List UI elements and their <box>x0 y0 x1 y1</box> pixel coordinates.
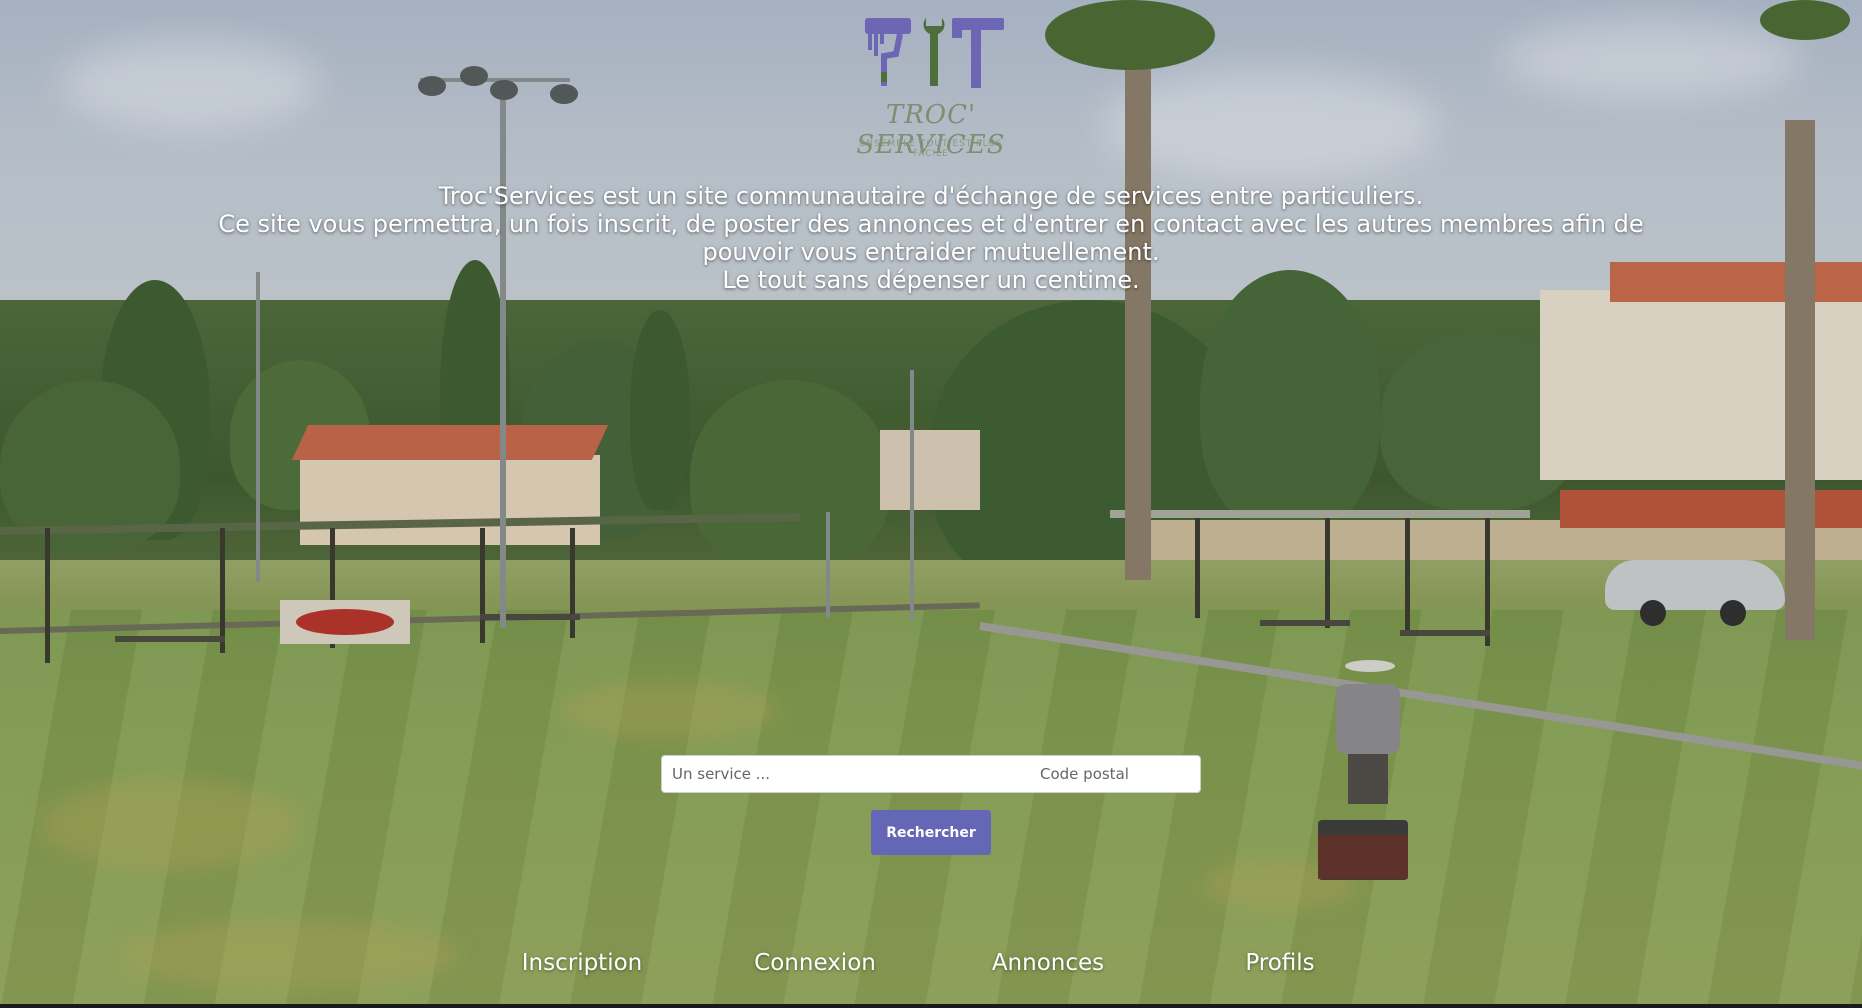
intro-line-2: Ce site vous permettra, un fois inscrit,… <box>218 210 1644 266</box>
paint-roller-wrench-hammer-logo-icon <box>865 18 1004 88</box>
service-search-input[interactable] <box>670 756 1030 792</box>
postal-code-input[interactable] <box>1040 756 1190 792</box>
intro-line-1: Troc'Services est un site communautaire … <box>438 182 1424 210</box>
nav-link-inscription[interactable]: Inscription <box>482 950 682 976</box>
nav-link-connexion[interactable]: Connexion <box>715 950 915 976</box>
search-button[interactable]: Rechercher <box>871 810 991 855</box>
nav-link-annonces[interactable]: Annonces <box>948 950 1148 976</box>
site-logo[interactable]: TROC' SERVICES ENSEMBLE TOUT EST PLUS FA… <box>840 14 1022 160</box>
logo-tagline: ENSEMBLE TOUT EST PLUS FACILE <box>859 139 1003 159</box>
bottom-border <box>0 1004 1862 1008</box>
search-form <box>661 755 1201 793</box>
intro-text: Troc'Services est un site communautaire … <box>200 182 1662 294</box>
bottom-nav: Inscription Connexion Annonces Profils <box>0 950 1862 990</box>
nav-link-profils[interactable]: Profils <box>1180 950 1380 976</box>
home-page: TROC' SERVICES ENSEMBLE TOUT EST PLUS FA… <box>0 0 1862 1008</box>
intro-line-3: Le tout sans dépenser un centime. <box>722 266 1140 294</box>
